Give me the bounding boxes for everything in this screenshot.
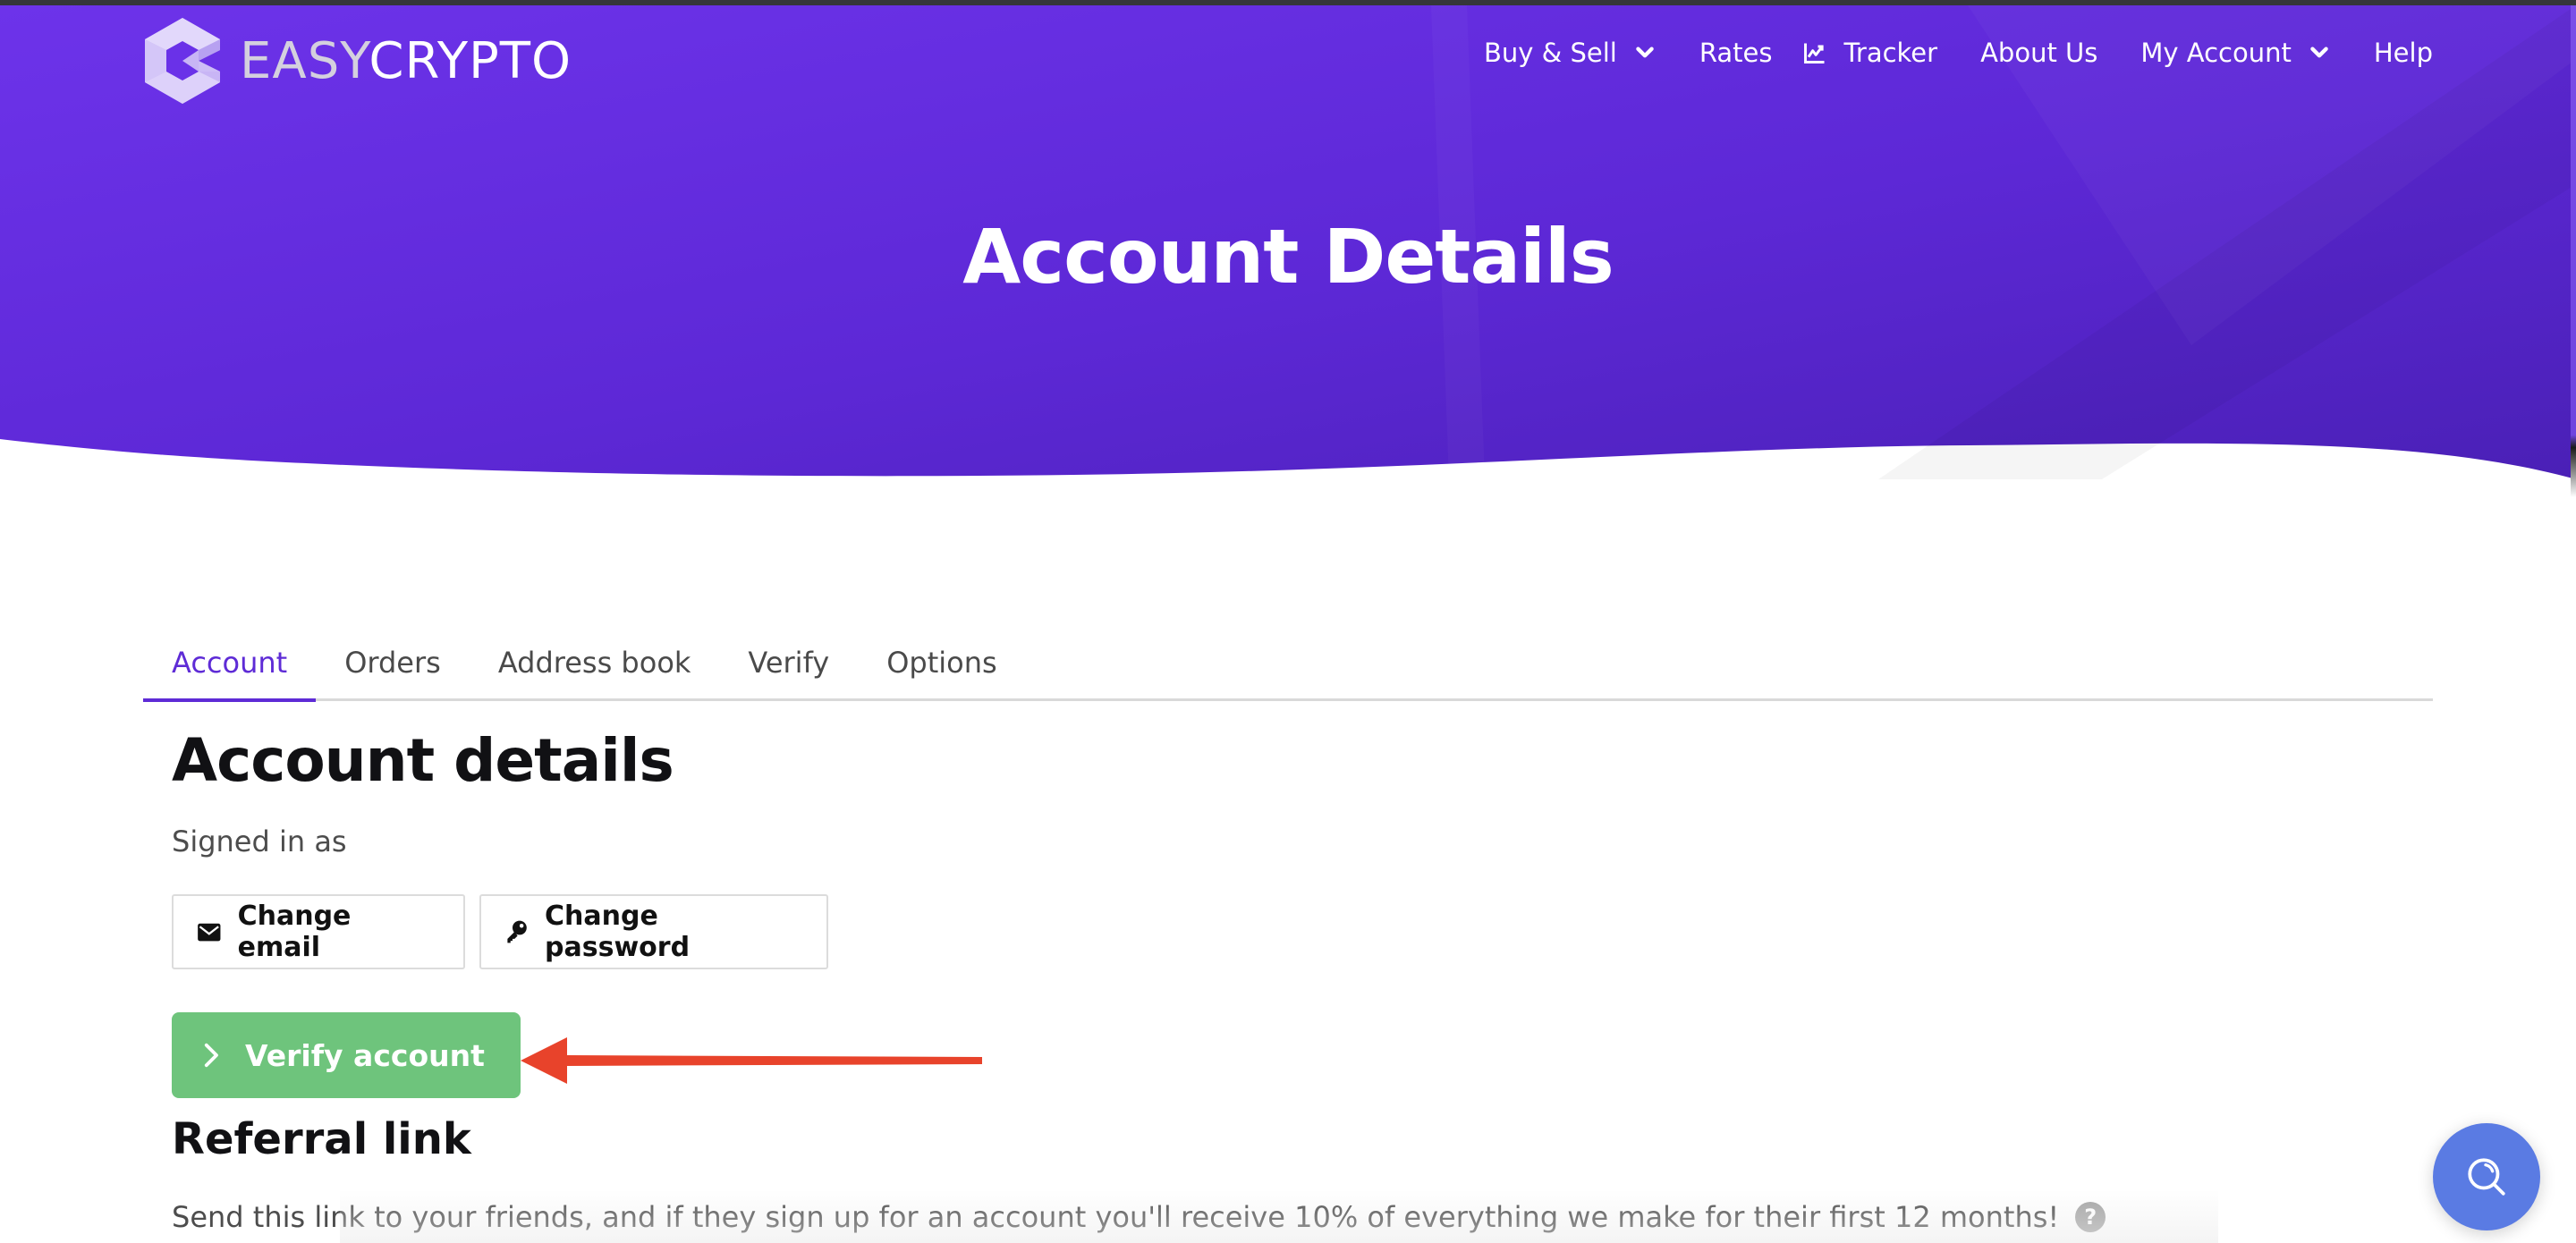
search-button[interactable] <box>2433 1123 2540 1230</box>
verify-account-label: Verify account <box>245 1037 485 1073</box>
main-nav: Buy & Sell Rates Tracker About Us My Acc… <box>1484 38 2433 68</box>
chevron-right-icon <box>204 1043 218 1068</box>
search-icon <box>2468 1158 2505 1196</box>
nav-buy-sell-label: Buy & Sell <box>1483 38 1617 68</box>
nav-tracker[interactable]: Tracker <box>1802 38 1937 68</box>
change-password-label: Change password <box>545 901 691 963</box>
referral-link-heading: Referral link <box>172 1114 471 1164</box>
tab-address-book[interactable]: Address book <box>470 626 720 699</box>
envelope-icon <box>198 923 221 942</box>
verify-account-button[interactable]: Verify account <box>172 1012 521 1098</box>
nav-rates[interactable]: Rates <box>1699 38 1773 68</box>
question-circle-icon[interactable]: ? <box>2075 1202 2106 1232</box>
change-email-label: Change email <box>237 901 352 963</box>
nav-rates-label: Rates <box>1699 38 1773 68</box>
referral-description-text: Send this link to your friends, and if t… <box>172 1200 2060 1234</box>
page-title: Account Details <box>962 213 1614 300</box>
signed-in-label: Signed in as <box>172 824 347 858</box>
tab-account[interactable]: Account <box>143 626 317 702</box>
chevron-down-icon <box>1636 47 1654 58</box>
nav-about-us[interactable]: About Us <box>1980 38 2097 68</box>
brand-wordmark: EASYCRYPTO <box>240 32 572 90</box>
key-icon <box>507 920 527 943</box>
nav-my-account-label: My Account <box>2140 38 2292 68</box>
nav-about-us-label: About Us <box>1980 38 2098 68</box>
tab-verify[interactable]: Verify <box>719 626 858 699</box>
brand-logo[interactable]: EASYCRYPTO <box>141 14 572 107</box>
nav-help-label: Help <box>2373 38 2433 68</box>
browser-top-edge <box>0 0 2576 5</box>
nav-buy-sell[interactable]: Buy & Sell <box>1484 38 1657 68</box>
tab-options[interactable]: Options <box>858 626 1025 699</box>
tab-orders[interactable]: Orders <box>316 626 470 699</box>
easycrypto-hexagon-logo-icon <box>145 18 220 104</box>
referral-description: Send this link to your friends, and if t… <box>172 1200 2106 1234</box>
nav-my-account[interactable]: My Account <box>2140 38 2331 68</box>
brand-name-part2: CRYPTO <box>369 31 572 90</box>
window-edge <box>2571 0 2576 1243</box>
account-tabs: Account Orders Address book Verify Optio… <box>143 626 2433 702</box>
nav-help[interactable]: Help <box>2374 38 2433 68</box>
chart-line-icon <box>1804 43 1825 63</box>
brand-name-part1: EASY <box>240 31 369 90</box>
annotation-arrow <box>521 1037 982 1084</box>
change-email-button[interactable]: Change email <box>172 894 465 969</box>
account-details-heading: Account details <box>172 726 674 795</box>
chevron-down-icon <box>2310 47 2328 58</box>
nav-tracker-label: Tracker <box>1843 38 1938 68</box>
change-password-button[interactable]: Change password <box>479 894 828 969</box>
